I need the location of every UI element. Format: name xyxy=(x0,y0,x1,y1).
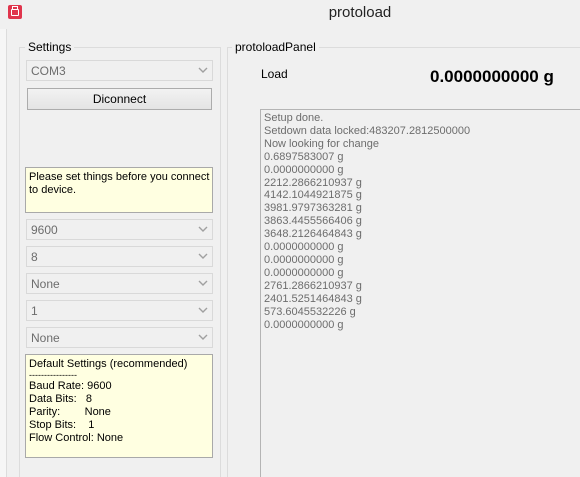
log-line: 3981.9797363281 g xyxy=(264,202,362,215)
note-line: Baud Rate: 9600 xyxy=(29,380,112,392)
log-line: 4142.1044921875 g xyxy=(264,189,362,202)
note-line: Parity: None xyxy=(29,406,111,418)
title-bar[interactable]: protoload xyxy=(0,0,580,29)
baud-rate-select[interactable]: 9600 xyxy=(26,219,213,240)
data-bits-value: 8 xyxy=(31,250,38,264)
default-settings-note: Default Settings (recommended) ---------… xyxy=(25,354,213,458)
log-line: 0.0000000000 g xyxy=(264,163,344,176)
port-select[interactable]: COM3 xyxy=(26,60,213,81)
log-line: 2212.2866210937 g xyxy=(264,176,362,189)
log-line: Setdown data locked:483207.2812500000 xyxy=(264,124,471,137)
log-line: 0.6897583007 g xyxy=(264,150,344,163)
port-select-value: COM3 xyxy=(31,64,66,78)
chevron-down-icon xyxy=(198,305,208,315)
log-line: 0.0000000000 g xyxy=(264,266,344,279)
parity-select[interactable]: None xyxy=(26,273,213,294)
note-line: Flow Control: None xyxy=(29,432,124,444)
parity-value: None xyxy=(31,277,60,291)
window-title: protoload xyxy=(328,4,392,21)
disconnect-button[interactable]: Diconnect xyxy=(27,88,212,110)
connect-info-note: Please set things before you connect to … xyxy=(25,167,213,213)
chevron-down-icon xyxy=(198,251,208,261)
log-line: Now looking for change xyxy=(264,137,379,150)
settings-group-label: Settings xyxy=(25,40,75,54)
data-bits-select[interactable]: 8 xyxy=(26,246,213,267)
note-line: Stop Bits: 1 xyxy=(29,419,95,431)
log-line: 573.6045532226 g xyxy=(264,305,356,318)
stop-bits-select[interactable]: 1 xyxy=(26,300,213,321)
log-line: 0.0000000000 g xyxy=(264,253,344,266)
chevron-down-icon xyxy=(198,224,208,234)
log-line: 3863.4455566406 g xyxy=(264,215,362,228)
stop-bits-value: 1 xyxy=(31,304,38,318)
note-line: Data Bits: 8 xyxy=(29,393,92,405)
log-line: 0.0000000000 g xyxy=(264,318,344,331)
chevron-down-icon xyxy=(198,65,208,75)
log-line: 0.0000000000 g xyxy=(264,241,344,254)
load-label: Load xyxy=(261,67,288,81)
window-left-frame xyxy=(0,29,7,477)
flow-control-select[interactable]: None xyxy=(26,327,213,348)
note-line: ---------------- xyxy=(29,370,77,380)
log-line: 3648.2126464843 g xyxy=(264,228,362,241)
chevron-down-icon xyxy=(198,332,208,342)
load-value: 0.0000000000 g xyxy=(430,67,554,86)
note-line: to device. xyxy=(29,184,77,196)
baud-rate-value: 9600 xyxy=(31,223,58,237)
log-line: Setup done. xyxy=(264,112,324,124)
panel-group-label: protoloadPanel xyxy=(232,40,319,54)
note-line: Please set things before you connect xyxy=(29,171,210,183)
log-output[interactable]: Setup done. Setdown data locked:483207.2… xyxy=(260,109,580,477)
log-line: 2761.2866210937 g xyxy=(264,279,362,292)
chevron-down-icon xyxy=(198,278,208,288)
flow-control-value: None xyxy=(31,331,60,345)
log-line: 2401.5251464843 g xyxy=(264,292,362,305)
